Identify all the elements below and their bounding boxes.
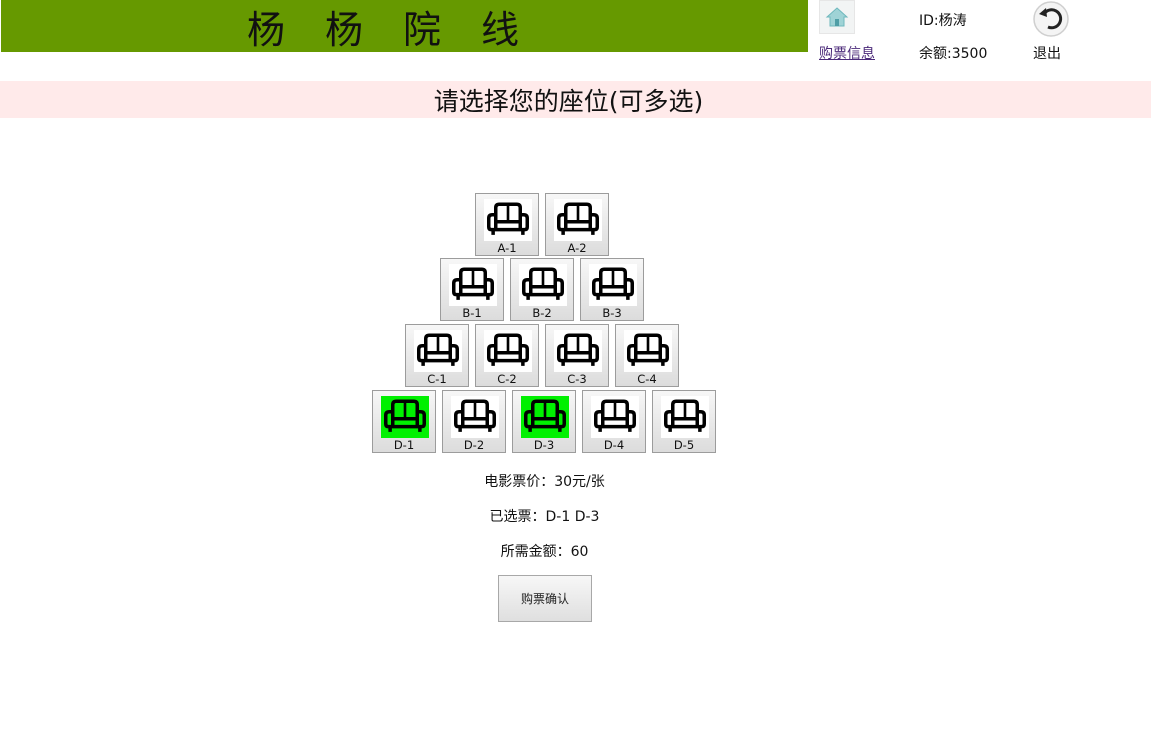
- title-char: 杨: [246, 7, 297, 52]
- undo-arrow-icon: [1033, 1, 1069, 37]
- seat-a-1[interactable]: A-1: [475, 193, 539, 256]
- seat-c-1[interactable]: C-1: [405, 324, 469, 387]
- instruction-heading: 请选择您的座位(可多选): [433, 86, 704, 116]
- seat-label: B-2: [532, 306, 552, 320]
- seat-label: B-1: [462, 306, 482, 320]
- ticket-price: 电影票价：30元/张: [484, 474, 605, 490]
- logout-button[interactable]: [1032, 0, 1070, 38]
- seat-label: D-2: [463, 438, 485, 452]
- seat-label: C-2: [497, 372, 517, 386]
- armchair-icon: [484, 199, 532, 241]
- seat-label: A-1: [497, 241, 517, 255]
- selected-tickets: 已选票：D-1 D-3: [489, 509, 600, 525]
- seat-label: D-1: [393, 438, 415, 452]
- seat-b-3[interactable]: B-3: [580, 258, 644, 321]
- armchair-icon: [591, 396, 639, 438]
- seat-c-3[interactable]: C-3: [545, 324, 609, 387]
- confirm-purchase-button[interactable]: 购票确认: [498, 575, 592, 622]
- seat-label: C-1: [427, 372, 447, 386]
- header-banner: 杨 杨 院 线: [1, 0, 808, 52]
- armchair-icon: [449, 264, 497, 306]
- seat-label: B-3: [602, 306, 622, 320]
- armchair-icon: [451, 396, 499, 438]
- armchair-icon: [484, 330, 532, 372]
- home-icon: [825, 7, 849, 27]
- seat-d-1[interactable]: D-1: [372, 390, 436, 453]
- armchair-icon: [661, 396, 709, 438]
- seat-label: A-2: [567, 241, 587, 255]
- title-char: 线: [480, 7, 531, 52]
- instruction-bar: 请选择您的座位(可多选): [0, 81, 1151, 118]
- seat-label: D-5: [673, 438, 695, 452]
- seat-label: D-3: [533, 438, 555, 452]
- armchair-icon: [519, 264, 567, 306]
- armchair-icon: [554, 199, 602, 241]
- user-id: ID:杨涛: [919, 13, 967, 29]
- ticket-info-link[interactable]: 购票信息: [819, 43, 875, 63]
- armchair-icon: [381, 396, 429, 438]
- cinema-title: 杨 杨 院 线: [1, 0, 531, 52]
- seat-label: C-3: [567, 372, 587, 386]
- seat-b-1[interactable]: B-1: [440, 258, 504, 321]
- seat-d-2[interactable]: D-2: [442, 390, 506, 453]
- seat-d-5[interactable]: D-5: [652, 390, 716, 453]
- title-char: 院: [402, 7, 453, 52]
- logout-label[interactable]: 退出: [1033, 43, 1061, 63]
- title-char: 杨: [324, 7, 375, 52]
- balance: 余额:3500: [919, 46, 988, 62]
- seat-label: C-4: [637, 372, 657, 386]
- page: 杨 杨 院 线 购票信息 ID:杨涛 余额:3500 退出 请选择您的座位(可多…: [0, 0, 1151, 735]
- seat-a-2[interactable]: A-2: [545, 193, 609, 256]
- total-amount: 所需金额：60: [500, 544, 589, 560]
- seat-c-4[interactable]: C-4: [615, 324, 679, 387]
- armchair-icon: [414, 330, 462, 372]
- armchair-icon: [589, 264, 637, 306]
- seat-label: D-4: [603, 438, 625, 452]
- armchair-icon: [554, 330, 602, 372]
- seat-c-2[interactable]: C-2: [475, 324, 539, 387]
- seat-d-3[interactable]: D-3: [512, 390, 576, 453]
- home-button[interactable]: [819, 0, 855, 34]
- armchair-icon: [521, 396, 569, 438]
- armchair-icon: [624, 330, 672, 372]
- seat-d-4[interactable]: D-4: [582, 390, 646, 453]
- seat-b-2[interactable]: B-2: [510, 258, 574, 321]
